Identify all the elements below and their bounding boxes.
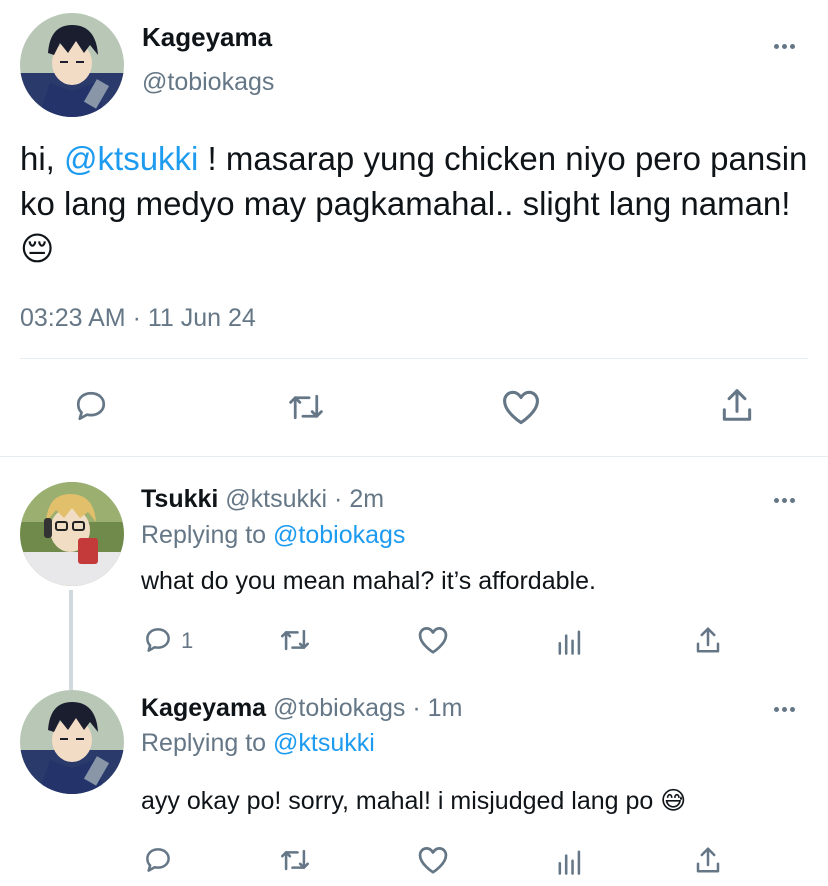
author-handle[interactable]: @tobiokags: [142, 68, 274, 97]
reply-header: Tsukki @ktsukki · 2m: [141, 485, 384, 514]
reply-icon[interactable]: [72, 388, 110, 424]
tweet-text-pre: hi,: [20, 140, 65, 177]
reply-author-name[interactable]: Tsukki: [141, 485, 218, 513]
reply-author-handle[interactable]: @tobiokags: [273, 694, 405, 722]
sweat-smile-emoji: 😅: [660, 787, 687, 815]
reply-author-handle[interactable]: @ktsukki: [225, 485, 327, 513]
replying-to-label: Replying to: [141, 729, 274, 757]
reply-icon[interactable]: [143, 625, 173, 655]
reply-header: Kageyama @tobiokags · 1m: [141, 694, 462, 723]
reply-avatar-tsukki[interactable]: [20, 482, 124, 586]
like-icon[interactable]: [416, 625, 450, 655]
replying-to-link[interactable]: @ktsukki: [273, 729, 375, 757]
thread-line: [69, 590, 73, 690]
pensive-emoji: 😔: [20, 230, 55, 267]
retweet-icon[interactable]: [278, 846, 312, 874]
analytics-icon[interactable]: [556, 628, 584, 656]
divider: [20, 358, 808, 359]
reply-avatar-kageyama[interactable]: [20, 690, 124, 794]
reply-text: ayy okay po! sorry, mahal! i misjudged l…: [141, 786, 686, 816]
share-icon[interactable]: [719, 386, 755, 424]
reply-icon[interactable]: [143, 845, 173, 875]
tweet-timestamp[interactable]: 03:23 AM · 11 Jun 24: [20, 304, 256, 333]
reply-time[interactable]: · 2m: [334, 485, 384, 513]
like-icon[interactable]: [500, 388, 542, 426]
reply-more-options-icon[interactable]: [774, 707, 795, 712]
replying-to-line: Replying to @ktsukki: [141, 729, 375, 758]
retweet-icon[interactable]: [278, 626, 312, 654]
author-name[interactable]: Kageyama: [142, 22, 272, 53]
tweet-text: hi, @ktsukki ! masarap yung chicken niyo…: [20, 136, 820, 271]
replying-to-link[interactable]: @tobiokags: [273, 521, 405, 549]
reply-author-name[interactable]: Kageyama: [141, 694, 266, 722]
section-divider: [0, 456, 828, 457]
mention-link[interactable]: @ktsukki: [64, 140, 198, 177]
retweet-icon[interactable]: [286, 390, 326, 424]
author-avatar[interactable]: [20, 13, 124, 117]
like-icon[interactable]: [416, 845, 450, 875]
analytics-icon[interactable]: [556, 848, 584, 876]
more-options-icon[interactable]: [774, 44, 795, 49]
reply-time[interactable]: · 1m: [412, 694, 462, 722]
share-icon[interactable]: [694, 845, 722, 875]
share-icon[interactable]: [694, 625, 722, 655]
reply-text-body: ayy okay po! sorry, mahal! i misjudged l…: [141, 787, 661, 815]
replying-to-line: Replying to @tobiokags: [141, 521, 405, 550]
reply-count: 1: [181, 628, 194, 653]
replying-to-label: Replying to: [141, 521, 274, 549]
reply-more-options-icon[interactable]: [774, 498, 795, 503]
reply-text: what do you mean mahal? it’s affordable.: [141, 567, 596, 595]
